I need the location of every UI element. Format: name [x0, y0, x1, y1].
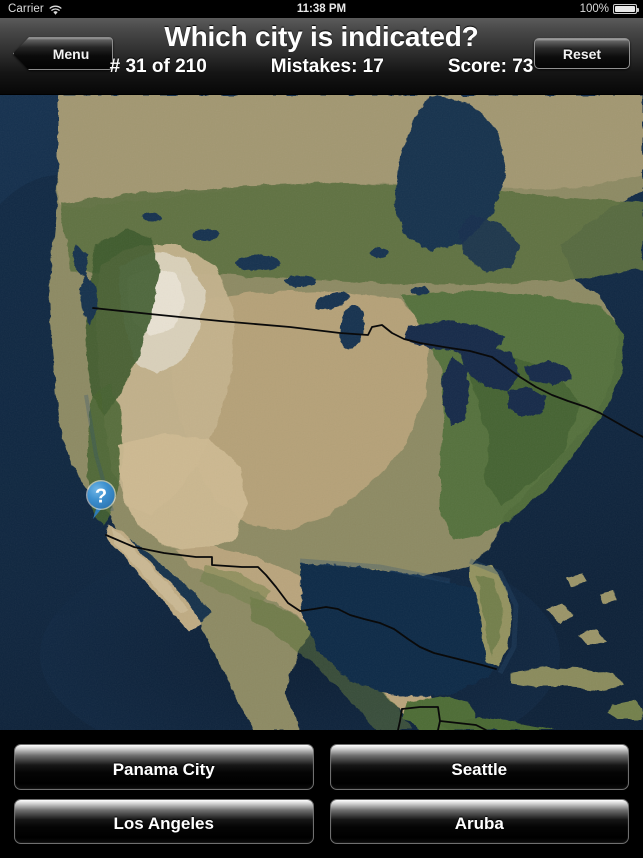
quiz-app-screen: Carrier 11:38 PM 100% Menu Which city is…: [0, 0, 643, 858]
quiz-header: Menu Which city is indicated? # 31 of 21…: [0, 18, 643, 95]
reset-button[interactable]: Reset: [534, 38, 630, 69]
mistakes-counter: Mistakes: 17: [270, 56, 384, 77]
answer-button-4[interactable]: Aruba: [329, 798, 629, 844]
pin-question-mark: ?: [95, 486, 107, 508]
answer-button-3-label: Los Angeles: [113, 814, 214, 834]
status-bar-clock: 11:38 PM: [296, 3, 347, 15]
question-mark-pin-icon[interactable]: ?: [84, 478, 118, 520]
status-bar-right: 100%: [579, 0, 639, 18]
answer-button-2[interactable]: Seattle: [329, 744, 629, 790]
answer-options-panel: Panama City Seattle Los Angeles Aruba: [0, 730, 643, 858]
satellite-map[interactable]: ?: [0, 95, 643, 730]
question-progress: # 31 of 210: [109, 56, 207, 77]
answer-button-1[interactable]: Panama City: [14, 744, 314, 790]
answer-button-3[interactable]: Los Angeles: [14, 798, 314, 844]
reset-button-label: Reset: [562, 45, 602, 62]
score-counter: Score: 73: [447, 56, 534, 77]
battery-full-icon: [613, 4, 639, 14]
answer-button-2-label: Seattle: [451, 759, 508, 779]
ios-status-bar: Carrier 11:38 PM 100%: [0, 0, 643, 18]
answer-button-1-label: Panama City: [112, 759, 215, 779]
battery-percent-label: 100%: [579, 3, 609, 15]
map-imagery: [0, 95, 643, 730]
answer-button-4-label: Aruba: [454, 814, 504, 834]
